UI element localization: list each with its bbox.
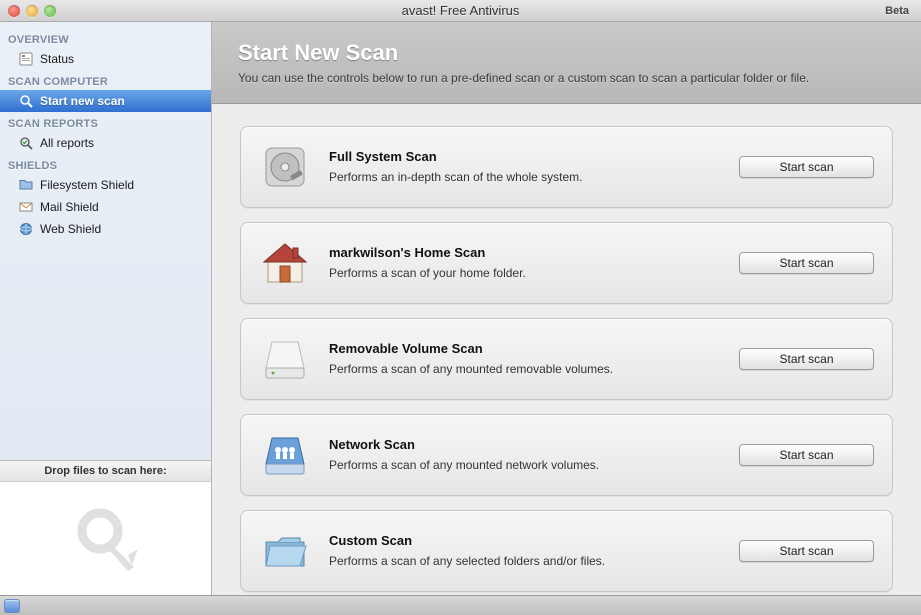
web-shield-icon (18, 221, 34, 237)
scan-desc: Performs a scan of any selected folders … (329, 554, 721, 568)
close-window-button[interactable] (8, 5, 20, 17)
magnifier-icon (18, 93, 34, 109)
sidebar-header-scan-computer: SCAN COMPUTER (0, 70, 211, 90)
folder-open-icon (259, 525, 311, 577)
drop-zone-label: Drop files to scan here: (0, 461, 211, 482)
scan-card-full-system: Full System Scan Performs an in-depth sc… (240, 126, 893, 208)
start-scan-button[interactable]: Start scan (739, 156, 874, 178)
sidebar: OVERVIEW Status SCAN COMPUTER Start new … (0, 22, 212, 595)
network-drive-icon (259, 429, 311, 481)
main-panel: Start New Scan You can use the controls … (212, 22, 921, 595)
sidebar-item-label: Mail Shield (40, 200, 99, 214)
removable-drive-icon (259, 333, 311, 385)
sidebar-item-mail-shield[interactable]: Mail Shield (0, 196, 211, 218)
harddrive-icon (259, 141, 311, 193)
sidebar-header-overview: OVERVIEW (0, 28, 211, 48)
scan-title: Full System Scan (329, 149, 721, 164)
scan-desc: Performs a scan of any mounted removable… (329, 362, 721, 376)
scan-card-home: markwilson's Home Scan Performs a scan o… (240, 222, 893, 304)
titlebar: avast! Free Antivirus Beta (0, 0, 921, 22)
sidebar-item-all-reports[interactable]: All reports (0, 132, 211, 154)
beta-badge: Beta (885, 5, 913, 17)
sidebar-item-web-shield[interactable]: Web Shield (0, 218, 211, 240)
house-icon (259, 237, 311, 289)
start-scan-button[interactable]: Start scan (739, 252, 874, 274)
page-title: Start New Scan (238, 40, 895, 66)
scan-title: markwilson's Home Scan (329, 245, 721, 260)
scan-desc: Performs a scan of your home folder. (329, 266, 721, 280)
statusbar-toggle-button[interactable] (4, 599, 20, 613)
scan-desc: Performs an in-depth scan of the whole s… (329, 170, 721, 184)
scan-title: Custom Scan (329, 533, 721, 548)
window-controls (8, 5, 56, 17)
scan-list: Full System Scan Performs an in-depth sc… (212, 104, 921, 614)
drop-zone-icon (0, 482, 211, 595)
sidebar-item-label: Start new scan (40, 94, 125, 108)
window-title: avast! Free Antivirus (0, 3, 921, 18)
scan-card-custom: Custom Scan Performs a scan of any selec… (240, 510, 893, 592)
start-scan-button[interactable]: Start scan (739, 444, 874, 466)
sidebar-item-label: All reports (40, 136, 94, 150)
scan-desc: Performs a scan of any mounted network v… (329, 458, 721, 472)
sidebar-header-shields: SHIELDS (0, 154, 211, 174)
sidebar-item-label: Filesystem Shield (40, 178, 134, 192)
start-scan-button[interactable]: Start scan (739, 540, 874, 562)
scan-card-network: Network Scan Performs a scan of any moun… (240, 414, 893, 496)
main-header: Start New Scan You can use the controls … (212, 22, 921, 104)
start-scan-button[interactable]: Start scan (739, 348, 874, 370)
sidebar-item-filesystem-shield[interactable]: Filesystem Shield (0, 174, 211, 196)
scan-title: Removable Volume Scan (329, 341, 721, 356)
sidebar-item-label: Web Shield (40, 222, 101, 236)
status-icon (18, 51, 34, 67)
sidebar-item-start-new-scan[interactable]: Start new scan (0, 90, 211, 112)
zoom-window-button[interactable] (44, 5, 56, 17)
magnifier-check-icon (18, 135, 34, 151)
page-subtitle: You can use the controls below to run a … (238, 70, 895, 87)
drop-zone[interactable]: Drop files to scan here: (0, 460, 211, 595)
scan-title: Network Scan (329, 437, 721, 452)
folder-shield-icon (18, 177, 34, 193)
sidebar-item-status[interactable]: Status (0, 48, 211, 70)
minimize-window-button[interactable] (26, 5, 38, 17)
mail-shield-icon (18, 199, 34, 215)
sidebar-item-label: Status (40, 52, 74, 66)
sidebar-header-scan-reports: SCAN REPORTS (0, 112, 211, 132)
scan-card-removable: Removable Volume Scan Performs a scan of… (240, 318, 893, 400)
